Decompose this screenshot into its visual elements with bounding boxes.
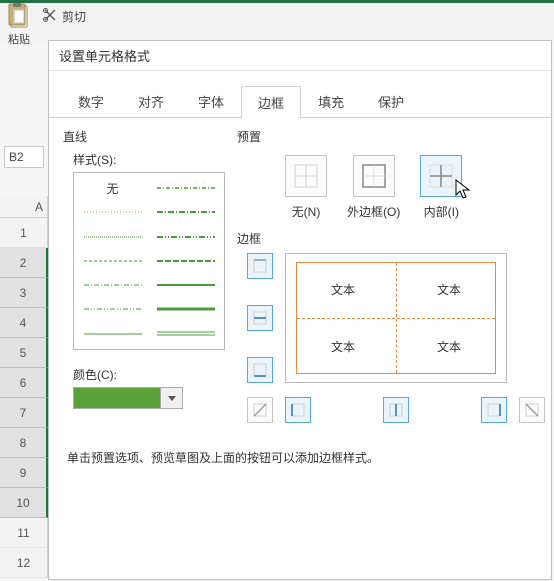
preset-outline-button[interactable] (353, 155, 395, 197)
tab-border[interactable]: 边框 (241, 86, 301, 118)
preset-none-label: 无(N) (292, 203, 321, 220)
line-style-swatch[interactable] (153, 228, 218, 246)
border-preview[interactable]: 文本 文本 文本 文本 (285, 253, 507, 383)
line-style-swatch[interactable] (80, 203, 145, 221)
color-label: 颜色(C): (73, 366, 227, 383)
line-section-label: 直线 (63, 128, 227, 145)
line-style-none[interactable]: 无 (80, 179, 145, 197)
line-style-swatch[interactable] (153, 252, 218, 270)
border-section-label: 边框 (237, 230, 537, 247)
row-header[interactable]: 12 (0, 548, 48, 578)
tab-font[interactable]: 字体 (181, 85, 241, 117)
preview-cell-text: 文本 (437, 338, 461, 355)
scissors-icon (42, 7, 58, 26)
row-header[interactable]: 3 (0, 278, 48, 308)
tab-fill[interactable]: 填充 (301, 85, 361, 117)
border-diagonal-down-button[interactable] (519, 397, 545, 423)
hint-text: 单击预置选项、预览草图及上面的按钮可以添加边框样式。 (49, 433, 551, 466)
border-diagonal-up-button[interactable] (247, 397, 273, 423)
format-cells-dialog: 设置单元格格式 数字 对齐 字体 边框 填充 保护 直线 样式(S): 无 (48, 40, 552, 580)
cut-label: 剪切 (62, 8, 86, 25)
tab-number[interactable]: 数字 (61, 85, 121, 117)
dialog-tabs: 数字 对齐 字体 边框 填充 保护 (49, 71, 551, 118)
tab-protect[interactable]: 保护 (361, 85, 421, 117)
paste-button[interactable]: 粘贴 (6, 1, 32, 47)
row-header[interactable]: 7 (0, 398, 48, 428)
preview-outline: 文本 文本 文本 文本 (296, 262, 496, 374)
ribbon-topbar: 粘贴 剪切 (0, 0, 554, 44)
line-style-swatch[interactable] (153, 203, 218, 221)
row-header[interactable]: 10 (0, 488, 48, 518)
row-headers: 1 2 3 4 5 6 7 8 9 10 11 12 (0, 218, 48, 578)
line-style-swatch[interactable] (153, 325, 218, 343)
clipboard-icon (6, 1, 32, 31)
row-header[interactable]: 1 (0, 218, 48, 248)
preview-mid-v (396, 263, 397, 373)
preset-outline-label: 外边框(O) (347, 203, 400, 220)
dialog-title: 设置单元格格式 (49, 41, 551, 71)
color-dropdown-button[interactable] (161, 387, 183, 409)
border-top-button[interactable] (247, 253, 273, 279)
color-swatch[interactable] (73, 387, 161, 409)
chevron-down-icon (168, 396, 176, 401)
row-header[interactable]: 9 (0, 458, 48, 488)
row-header[interactable]: 5 (0, 338, 48, 368)
style-label: 样式(S): (73, 151, 227, 168)
line-style-swatch[interactable] (80, 325, 145, 343)
row-header[interactable]: 4 (0, 308, 48, 338)
paste-label: 粘贴 (8, 31, 30, 47)
name-box[interactable]: B2 (4, 146, 44, 168)
border-bottom-button[interactable] (247, 357, 273, 383)
line-style-swatch[interactable] (153, 179, 218, 197)
row-header[interactable]: 8 (0, 428, 48, 458)
preview-cell-text: 文本 (331, 338, 355, 355)
preset-inside-label: 内部(I) (424, 203, 459, 220)
row-header[interactable]: 11 (0, 518, 48, 548)
border-vertical-inner-button[interactable] (383, 397, 409, 423)
row-header[interactable]: 2 (0, 248, 48, 278)
preview-cell-text: 文本 (331, 281, 355, 298)
preset-section-label: 预置 (237, 128, 537, 145)
line-style-swatch[interactable] (153, 276, 218, 294)
border-horizontal-inner-button[interactable] (247, 305, 273, 331)
line-style-swatch[interactable] (80, 300, 145, 318)
border-right-button[interactable] (481, 397, 507, 423)
preset-none-button[interactable] (285, 155, 327, 197)
preset-inside-button[interactable] (420, 155, 462, 197)
line-style-swatch[interactable] (80, 252, 145, 270)
line-style-swatch[interactable] (80, 228, 145, 246)
border-left-button[interactable] (285, 397, 311, 423)
column-header-a[interactable]: A (0, 196, 48, 218)
name-box-value: B2 (9, 150, 24, 164)
line-style-swatch[interactable] (153, 300, 218, 318)
tab-alignment[interactable]: 对齐 (121, 85, 181, 117)
preview-cell-text: 文本 (437, 281, 461, 298)
cut-button[interactable]: 剪切 (42, 7, 86, 26)
line-style-swatch[interactable] (80, 276, 145, 294)
row-header[interactable]: 6 (0, 368, 48, 398)
line-style-list[interactable]: 无 (73, 172, 225, 350)
